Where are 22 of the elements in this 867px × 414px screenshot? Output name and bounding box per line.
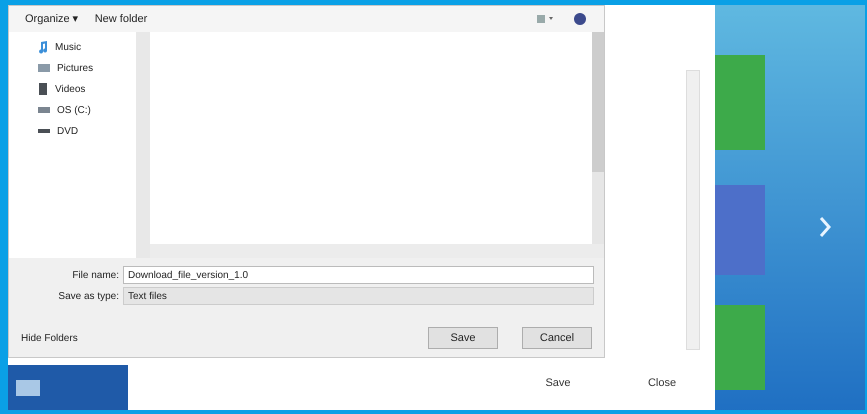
chevron-right-icon[interactable] xyxy=(818,215,832,239)
organize-button[interactable]: Organize ▾ xyxy=(25,10,79,28)
window-icon xyxy=(16,380,40,396)
field-label: File name: xyxy=(71,268,119,282)
drive-icon xyxy=(37,105,51,115)
new-folder-button[interactable]: New folder xyxy=(94,10,148,28)
disc-drive-icon xyxy=(37,127,51,135)
navigation-item[interactable]: OS (C:) xyxy=(57,102,91,118)
navigation-item[interactable]: Pictures xyxy=(57,60,94,76)
music-note-icon xyxy=(37,40,49,54)
navigation-item[interactable]: Videos xyxy=(55,82,86,96)
hide-folders-button[interactable]: Hide Folders xyxy=(21,330,404,346)
file-name-field[interactable]: Download_file_version_1.0 xyxy=(123,266,594,284)
navigation-item[interactable]: DVD xyxy=(57,124,78,138)
field-label: Save as type: xyxy=(57,290,119,304)
dialog-button[interactable]: Cancel xyxy=(522,327,592,349)
taskbar-button[interactable] xyxy=(8,365,128,410)
file-type-dropdown[interactable]: Text files xyxy=(123,287,594,305)
help-icon[interactable] xyxy=(572,11,588,27)
film-icon xyxy=(37,82,49,96)
navigation-item[interactable]: Music xyxy=(55,40,82,54)
dialog-button[interactable]: Save xyxy=(428,327,498,349)
